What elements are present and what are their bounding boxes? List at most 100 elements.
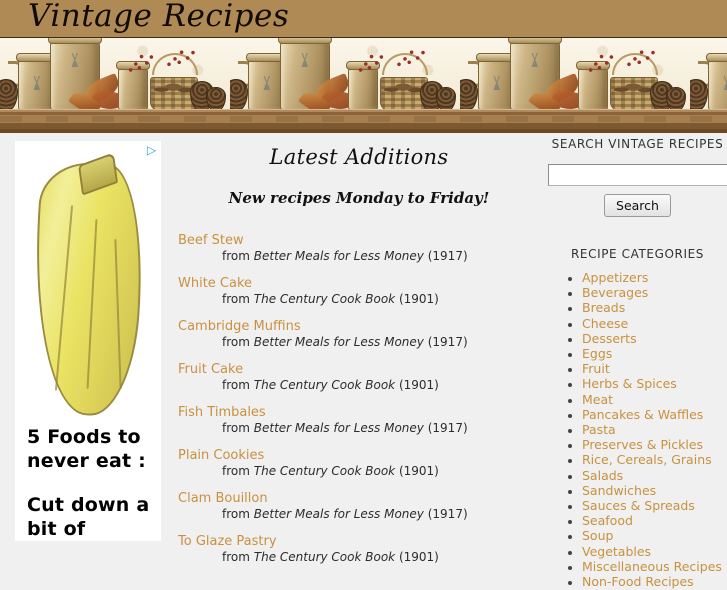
main-content: Latest Additions New recipes Monday to F…: [178, 139, 540, 577]
recipe-source: from Better Meals for Less Money (1917): [222, 421, 540, 435]
source-book-title: Better Meals for Less Money: [253, 507, 424, 521]
recipe-source: from The Century Cook Book (1901): [222, 378, 540, 392]
recipe-link[interactable]: White Cake: [178, 276, 252, 291]
category-list-item: Vegetables: [582, 544, 727, 560]
recipe-source: from The Century Cook Book (1901): [222, 464, 540, 478]
source-year: (1901): [398, 378, 439, 392]
recipe-link[interactable]: To Glaze Pastry: [178, 534, 277, 549]
search-heading: SEARCH VINTAGE RECIPES: [551, 137, 724, 151]
category-link[interactable]: Vegetables: [582, 544, 651, 559]
source-year: (1917): [427, 249, 468, 263]
source-book-title: The Century Cook Book: [253, 292, 396, 306]
category-link[interactable]: Beverages: [582, 285, 648, 300]
source-book-title: The Century Cook Book: [253, 378, 396, 392]
category-list-item: Herbs & Spices: [582, 377, 727, 392]
recipe-source: from Better Meals for Less Money (1917): [222, 249, 540, 263]
shelf-border-tile: [460, 38, 690, 133]
search-button-row: Search: [548, 194, 727, 217]
shelf-border-tile: [0, 38, 230, 133]
category-link[interactable]: Eggs: [582, 346, 612, 361]
category-link[interactable]: Non-Food Recipes: [582, 574, 694, 589]
category-list-item: Miscellaneous Recipes: [582, 559, 727, 575]
recipe-link[interactable]: Beef Stew: [178, 233, 244, 248]
site-title: Vintage Recipes: [28, 0, 290, 34]
category-link[interactable]: Breads: [582, 300, 625, 315]
source-year: (1917): [427, 335, 468, 349]
recipe-list-item: To Glaze Pastry from The Century Cook Boo…: [178, 534, 540, 564]
category-link[interactable]: Herbs & Spices: [582, 376, 677, 391]
shelf-border-tile: [690, 38, 727, 133]
category-list-item: Soup: [582, 529, 727, 544]
category-link[interactable]: Pasta: [582, 422, 616, 437]
advertisement-text: 5 Foods to never eat : Cut down a bit of…: [27, 425, 161, 541]
source-book-title: The Century Cook Book: [253, 550, 396, 564]
source-book-title: The Century Cook Book: [253, 464, 396, 478]
from-label: from: [222, 292, 250, 306]
category-link[interactable]: Seafood: [582, 513, 633, 528]
category-list-item: Beverages: [582, 286, 727, 301]
source-book-title: Better Meals for Less Money: [253, 249, 424, 263]
category-link[interactable]: Rice, Cereals, Grains: [582, 452, 712, 467]
recipe-list-item: Cambridge Muffins from Better Meals for L…: [178, 319, 540, 349]
recipe-list-item: Beef Stew from Better Meals for Less Mone…: [178, 233, 540, 263]
category-link[interactable]: Soup: [582, 528, 613, 543]
recipe-link[interactable]: Fruit Cake: [178, 362, 243, 377]
from-label: from: [222, 507, 250, 521]
category-list-item: Preserves & Pickles: [582, 438, 727, 453]
category-link[interactable]: Pancakes & Waffles: [582, 407, 703, 422]
source-book-title: Better Meals for Less Money: [253, 421, 424, 435]
ad-subline: Cut down a bit of stomach fat: [27, 494, 150, 540]
recipe-link[interactable]: Fish Timbales: [178, 405, 266, 420]
adchoices-triangle-icon[interactable]: ▷: [144, 144, 159, 157]
category-link[interactable]: Sauces & Spreads: [582, 498, 695, 513]
category-list-item: Pasta: [582, 422, 727, 438]
ad-headline: 5 Foods to never eat :: [27, 426, 146, 472]
source-book-title: Better Meals for Less Money: [253, 335, 424, 349]
recipe-source: from Better Meals for Less Money (1917): [222, 507, 540, 521]
category-list-item: Pancakes & Waffles: [582, 407, 727, 423]
source-year: (1901): [398, 464, 439, 478]
recipe-list-item: White Cake from The Century Cook Book (19…: [178, 276, 540, 306]
category-list-item: Eggs: [582, 346, 727, 362]
category-link[interactable]: Salads: [582, 468, 623, 483]
from-label: from: [222, 550, 250, 564]
category-link[interactable]: Fruit: [582, 361, 610, 376]
recipe-link[interactable]: Plain Cookies: [178, 448, 264, 463]
banana-illustration: [21, 152, 151, 419]
category-link[interactable]: Appetizers: [582, 270, 648, 285]
category-list-item: Cheese: [582, 316, 727, 332]
category-link[interactable]: Meat: [582, 392, 613, 407]
source-year: (1917): [427, 507, 468, 521]
category-link[interactable]: Desserts: [582, 331, 637, 346]
latest-recipes-list: Beef Stew from Better Meals for Less Mone…: [178, 233, 540, 564]
recipe-list-item: Clam Bouillon from Better Meals for Less …: [178, 491, 540, 521]
from-label: from: [222, 249, 250, 263]
category-list-item: Breads: [582, 301, 727, 316]
page-body: ▷ 5 Foods to never eat : Cut down a bit …: [0, 133, 727, 589]
search-input[interactable]: [548, 164, 727, 186]
advertisement-column: ▷ 5 Foods to never eat : Cut down a bit …: [15, 141, 161, 541]
tagline: New recipes Monday to Friday!: [228, 189, 490, 207]
category-list-item: Sandwiches: [582, 483, 727, 499]
recipe-source: from Better Meals for Less Money (1917): [222, 335, 540, 349]
recipe-categories-list: AppetizersBeveragesBreadsCheeseDessertsE…: [548, 270, 727, 590]
recipe-link[interactable]: Clam Bouillon: [178, 491, 268, 506]
category-list-item: Fruit: [582, 362, 727, 377]
recipe-source: from The Century Cook Book (1901): [222, 550, 540, 564]
site-masthead: Vintage Recipes: [0, 0, 727, 38]
advertisement-unit[interactable]: ▷ 5 Foods to never eat : Cut down a bit …: [15, 141, 161, 541]
category-link[interactable]: Sandwiches: [582, 483, 656, 498]
category-link[interactable]: Miscellaneous Recipes: [582, 559, 722, 574]
category-link[interactable]: Preserves & Pickles: [582, 437, 703, 452]
decorative-shelf-border-image: [0, 38, 727, 133]
category-link[interactable]: Cheese: [582, 316, 628, 331]
source-year: (1901): [398, 292, 439, 306]
category-list-item: Salads: [582, 468, 727, 484]
from-label: from: [222, 378, 250, 392]
recipe-link[interactable]: Cambridge Muffins: [178, 319, 301, 334]
from-label: from: [222, 421, 250, 435]
category-list-item: Non-Food Recipes: [582, 574, 727, 590]
category-list-item: Meat: [582, 392, 727, 408]
recipe-source: from The Century Cook Book (1901): [222, 292, 540, 306]
search-button[interactable]: Search: [604, 194, 671, 217]
